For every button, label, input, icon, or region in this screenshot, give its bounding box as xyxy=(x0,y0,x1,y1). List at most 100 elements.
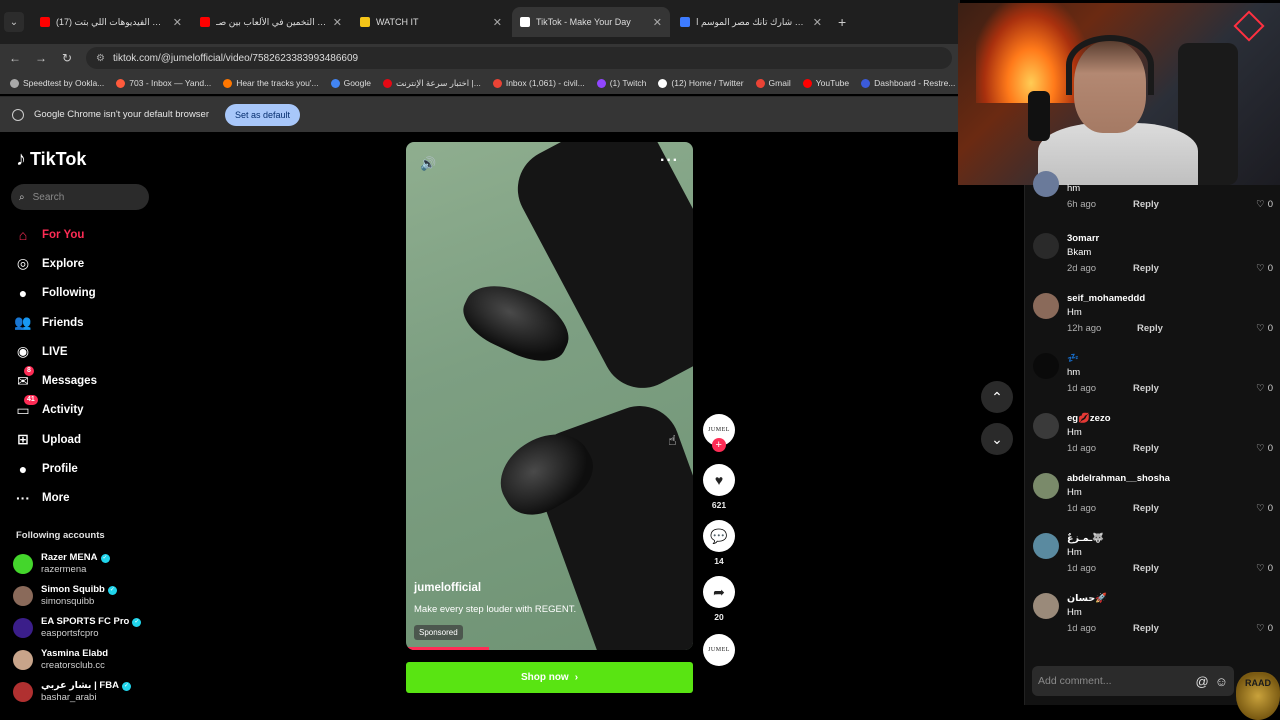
url-field[interactable]: ⚙ tiktok.com/@jumelofficial/video/758262… xyxy=(86,47,952,69)
following-account-text: Razer MENA ✓ razermena xyxy=(41,552,110,576)
avatar[interactable] xyxy=(1033,233,1059,259)
following-account[interactable]: Yasmina Elabd creatorsclub.cc xyxy=(13,644,141,676)
shop-now-button[interactable]: Shop now › xyxy=(406,662,693,693)
comment-author[interactable]: seif_mohameddd xyxy=(1067,293,1145,304)
comment-author[interactable]: 3omarr xyxy=(1067,233,1099,244)
reload-icon[interactable]: ↻ xyxy=(60,51,74,65)
bookmark-item[interactable]: 703 - Inbox — Yand... xyxy=(116,78,211,88)
emoji-icon[interactable]: ☺ xyxy=(1215,674,1228,689)
comment-like-button[interactable]: ♡ 0 xyxy=(1256,443,1273,454)
avatar[interactable] xyxy=(1033,533,1059,559)
search-input[interactable]: ⌕ Search xyxy=(11,184,149,210)
comment-author[interactable]: 💤 xyxy=(1067,353,1079,364)
tiktok-logo[interactable]: ♪ TikTok xyxy=(16,148,86,171)
close-tab-icon[interactable]: ✕ xyxy=(333,16,342,29)
sidebar-item-label: Activity xyxy=(42,404,84,417)
close-tab-icon[interactable]: ✕ xyxy=(493,16,502,29)
sidebar-item-following[interactable]: ● Following xyxy=(14,279,97,308)
comment-like-button[interactable]: ♡ 0 xyxy=(1256,383,1273,394)
reply-button[interactable]: Reply xyxy=(1133,503,1159,514)
sidebar-item-friends[interactable]: 👥 Friends xyxy=(14,308,97,337)
bookmark-item[interactable]: Inbox (1,061) - civil... xyxy=(492,78,585,88)
reply-button[interactable]: Reply xyxy=(1133,199,1159,210)
like-heart-icon[interactable]: ♥ xyxy=(703,464,735,496)
browser-tab[interactable]: برنامج شارك تانك مصر الموسم ا... ✕ xyxy=(672,7,830,37)
reply-button[interactable]: Reply xyxy=(1133,383,1159,394)
comment-like-button[interactable]: ♡ 0 xyxy=(1256,503,1273,514)
share-arrow-icon[interactable]: ➦ xyxy=(703,576,735,608)
reply-button[interactable]: Reply xyxy=(1133,263,1159,274)
close-tab-icon[interactable]: ✕ xyxy=(173,16,182,29)
comment-author[interactable]: eg💋zezo xyxy=(1067,413,1111,424)
following-account[interactable]: بشار عربي | FBA ✓ bashar_arabi xyxy=(13,676,141,708)
avatar[interactable] xyxy=(1033,293,1059,319)
following-account[interactable]: Simon Squibb ✓ simonsquibb xyxy=(13,580,141,612)
next-video-chevron-down-icon[interactable]: ⌄ xyxy=(981,423,1013,455)
comment-like-button[interactable]: ♡ 0 xyxy=(1256,199,1273,210)
bookmark-item[interactable]: Speedtest by Ookla... xyxy=(10,78,104,88)
comment-like-button[interactable]: ♡ 0 xyxy=(1256,563,1273,574)
bookmark-item[interactable]: YouTube xyxy=(802,78,849,88)
sidebar-item-label: LIVE xyxy=(42,345,68,358)
follow-plus-icon[interactable]: + xyxy=(712,438,726,452)
reply-button[interactable]: Reply xyxy=(1133,563,1159,574)
bookmark-item[interactable]: Dashboard - Restre... xyxy=(861,78,955,88)
video-author[interactable]: jumelofficial xyxy=(414,582,481,594)
forward-arrow-icon[interactable]: → xyxy=(34,51,48,65)
add-comment-input[interactable]: Add comment... @ ☺ xyxy=(1032,666,1234,696)
more-options-icon[interactable]: ··· xyxy=(660,152,679,170)
tab-search-chevron-icon[interactable]: ⌄ xyxy=(4,12,24,32)
reply-button[interactable]: Reply xyxy=(1133,623,1159,634)
avatar[interactable] xyxy=(1033,413,1059,439)
sidebar-item-live[interactable]: ◉ LIVE xyxy=(14,337,97,366)
bookmark-item[interactable]: Google xyxy=(330,78,371,88)
following-account[interactable]: Razer MENA ✓ razermena xyxy=(13,548,141,580)
comment-time: 1d ago xyxy=(1067,563,1097,574)
browser-tab[interactable]: تحدي التخمين في الألعاب بين صـ... ✕ xyxy=(192,7,350,37)
following-account-text: Yasmina Elabd creatorsclub.cc xyxy=(41,648,108,672)
comment-like-button[interactable]: ♡ 0 xyxy=(1256,263,1273,274)
comment-bubble-icon[interactable]: 💬 xyxy=(703,520,735,552)
bookmark-item[interactable]: Gmail xyxy=(755,78,791,88)
reply-button[interactable]: Reply xyxy=(1137,323,1163,334)
sidebar-item-explore[interactable]: ◎ Explore xyxy=(14,249,97,278)
comment-like-button[interactable]: ♡ 0 xyxy=(1256,323,1273,334)
bookmark-item[interactable]: اختبار سرعة الإنترنت |... xyxy=(383,78,481,89)
video-player[interactable]: 🔊 ··· jumelofficial Make every step loud… xyxy=(406,142,693,650)
sidebar-item-messages[interactable]: ✉ 8 Messages xyxy=(14,366,97,395)
video-actions: JUMEL + ♥ 621 💬 14 ➦ 20 JUMEL xyxy=(703,414,735,666)
back-arrow-icon[interactable]: ← xyxy=(8,51,22,65)
avatar[interactable] xyxy=(1033,171,1059,197)
sidebar-item-more[interactable]: ··· More xyxy=(14,484,97,513)
reply-button[interactable]: Reply xyxy=(1133,443,1159,454)
browser-tab[interactable]: TikTok - Make Your Day ✕ xyxy=(512,7,670,37)
bookmark-item[interactable]: (1) Twitch xyxy=(596,78,646,88)
comment-author[interactable]: حسان🚀 xyxy=(1067,593,1107,604)
following-account[interactable]: EA SPORTS FC Pro ✓ easportsfcpro xyxy=(13,612,142,644)
bookmark-item[interactable]: (12) Home / Twitter xyxy=(658,78,744,88)
browser-tab[interactable]: (17) هي دي الفيديوهات اللي بتت... ✕ xyxy=(32,7,190,37)
avatar[interactable] xyxy=(1033,473,1059,499)
mention-at-icon[interactable]: @ xyxy=(1196,674,1209,689)
sidebar-item-upload[interactable]: ⊞ Upload xyxy=(14,425,97,454)
previous-video-chevron-up-icon[interactable]: ⌃ xyxy=(981,381,1013,413)
sidebar-item-for-you[interactable]: ⌂ For You xyxy=(14,220,97,249)
bookmark-item[interactable]: Hear the tracks you'... xyxy=(223,78,319,88)
sidebar-item-activity[interactable]: ▭ 41 Activity xyxy=(14,395,97,425)
close-tab-icon[interactable]: ✕ xyxy=(653,16,662,29)
set-as-default-button[interactable]: Set as default xyxy=(225,103,301,126)
sidebar-item-profile[interactable]: ● Profile xyxy=(14,454,97,483)
browser-tab[interactable]: WATCH IT ✕ xyxy=(352,7,510,37)
music-disc[interactable]: JUMEL xyxy=(703,634,735,666)
comment-author[interactable]: abdelrahman__shosha xyxy=(1067,473,1170,484)
site-info-icon[interactable]: ⚙ xyxy=(96,53,105,64)
new-tab-plus-icon[interactable]: + xyxy=(838,14,846,30)
comment-author[interactable]: ـمـزعٌ🐺 xyxy=(1067,533,1104,544)
video-progress-bar[interactable] xyxy=(406,647,490,650)
comment-like-button[interactable]: ♡ 0 xyxy=(1256,623,1273,634)
volume-icon[interactable]: 🔊 xyxy=(420,156,436,172)
avatar[interactable] xyxy=(1033,593,1059,619)
creator-avatar[interactable]: JUMEL + xyxy=(703,414,735,452)
avatar[interactable] xyxy=(1033,353,1059,379)
close-tab-icon[interactable]: ✕ xyxy=(813,16,822,29)
